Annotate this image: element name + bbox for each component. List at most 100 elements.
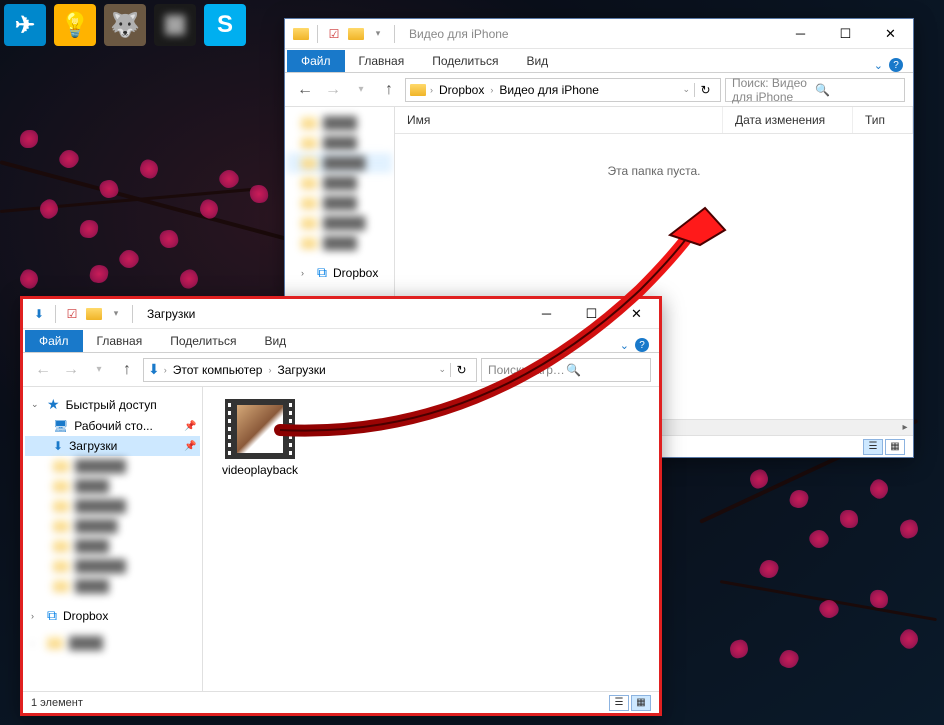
refresh-button[interactable]: ↻ (694, 83, 716, 97)
gimp-icon[interactable]: 🐺 (104, 4, 146, 46)
nav-item-blurred[interactable]: ████ (25, 476, 200, 496)
navigation-pane[interactable]: ⌄★Быстрый доступ 🖥Рабочий сто...📌 ⬇Загру… (23, 387, 203, 691)
ribbon-expand-icon[interactable]: ⌄ (620, 339, 629, 352)
nav-item-blurred[interactable]: ████ (25, 536, 200, 556)
breadcrumb[interactable]: Загрузки (275, 363, 327, 377)
address-dropdown-icon[interactable]: ⌄ (682, 84, 690, 95)
minimize-button[interactable]: ─ (524, 299, 569, 329)
ribbon-expand-icon[interactable]: ⌄ (874, 59, 883, 72)
close-button[interactable]: ✕ (614, 299, 659, 329)
telegram-icon[interactable]: ✈ (4, 4, 46, 46)
checklist-icon[interactable]: ☑ (64, 306, 80, 322)
desktop-icon: 🖥 (53, 419, 68, 433)
refresh-button[interactable]: ↻ (450, 363, 472, 377)
nav-item-desktop[interactable]: 🖥Рабочий сто...📌 (25, 416, 200, 436)
downloads-icon: ⬇ (31, 306, 47, 322)
search-placeholder: Поиск: Загрузки (488, 363, 566, 377)
titlebar[interactable]: ⬇ ☑ ▾ Загрузки ─ ☐ ✕ (23, 299, 659, 329)
tab-file[interactable]: Файл (287, 50, 345, 72)
search-icon[interactable]: 🔍 (566, 363, 644, 377)
nav-item-blurred[interactable]: ████ (287, 113, 392, 133)
pin-icon: 📌 (184, 441, 194, 451)
star-icon: ★ (47, 396, 60, 413)
skype-icon[interactable]: S (204, 4, 246, 46)
taskbar: ✈ 💡 🐺 S (4, 4, 246, 46)
nav-item-blurred[interactable]: ██████ (25, 556, 200, 576)
back-button[interactable]: ← (293, 78, 317, 102)
nav-item-blurred[interactable]: █████ (287, 153, 392, 173)
downloads-icon: ⬇ (148, 361, 160, 378)
window-title: Видео для iPhone (409, 27, 509, 41)
dropbox-icon: ⧉ (47, 607, 57, 624)
search-input[interactable]: Поиск: Загрузки 🔍 (481, 358, 651, 382)
nav-item-downloads[interactable]: ⬇Загрузки📌 (25, 436, 200, 456)
tab-home[interactable]: Главная (345, 50, 419, 72)
blurred-taskbar-icon[interactable] (154, 4, 196, 46)
nav-item-blurred[interactable]: █████ (25, 516, 200, 536)
up-button[interactable]: ↑ (115, 358, 139, 382)
view-icons-button[interactable]: ▦ (885, 439, 905, 455)
tab-file[interactable]: Файл (25, 330, 83, 352)
tab-share[interactable]: Поделиться (418, 50, 512, 72)
search-input[interactable]: Поиск: Видео для iPhone 🔍 (725, 78, 905, 102)
folder-icon[interactable] (86, 306, 102, 322)
tips-icon[interactable]: 💡 (54, 4, 96, 46)
maximize-button[interactable]: ☐ (569, 299, 614, 329)
nav-item-blurred[interactable]: ██████ (25, 496, 200, 516)
tab-share[interactable]: Поделиться (156, 330, 250, 352)
nav-item-dropbox[interactable]: ›⧉Dropbox (25, 604, 200, 627)
nav-item-blurred[interactable]: ████ (287, 173, 392, 193)
content-area[interactable]: videoplayback (203, 387, 659, 691)
qat-dropdown-icon[interactable]: ▾ (370, 26, 386, 42)
view-details-button[interactable]: ☰ (863, 439, 883, 455)
maximize-button[interactable]: ☐ (823, 19, 868, 49)
qat-dropdown-icon[interactable]: ▾ (108, 306, 124, 322)
breadcrumb[interactable]: Этот компьютер (171, 363, 265, 377)
nav-item-blurred[interactable]: ████ (287, 133, 392, 153)
nav-item-blurred[interactable]: ██████ (25, 456, 200, 476)
tab-home[interactable]: Главная (83, 330, 157, 352)
dropbox-icon: ⧉ (317, 264, 327, 281)
address-bar[interactable]: ⬇ › Этот компьютер › Загрузки ⌄ ↻ (143, 358, 477, 382)
breadcrumb[interactable]: Видео для iPhone (497, 83, 601, 97)
view-icons-button[interactable]: ▦ (631, 695, 651, 711)
minimize-button[interactable]: ─ (778, 19, 823, 49)
empty-folder-message: Эта папка пуста. (395, 134, 913, 208)
forward-button[interactable]: → (59, 358, 83, 382)
breadcrumb[interactable]: Dropbox (437, 83, 486, 97)
forward-button[interactable]: → (321, 78, 345, 102)
tab-view[interactable]: Вид (250, 330, 300, 352)
ribbon-tabs: Файл Главная Поделиться Вид ⌄? (285, 49, 913, 73)
nav-item-blurred[interactable]: ████ (287, 193, 392, 213)
back-button[interactable]: ← (31, 358, 55, 382)
nav-item-blurred[interactable]: ████ (287, 233, 392, 253)
file-item-video[interactable]: videoplayback (215, 399, 305, 477)
titlebar[interactable]: ☑ ▾ Видео для iPhone ─ ☐ ✕ (285, 19, 913, 49)
close-button[interactable]: ✕ (868, 19, 913, 49)
tab-view[interactable]: Вид (512, 50, 562, 72)
nav-item-blurred[interactable]: █████ (287, 213, 392, 233)
up-button[interactable]: ↑ (377, 78, 401, 102)
column-header-type[interactable]: Тип (853, 107, 913, 133)
folder-icon[interactable] (348, 26, 364, 42)
address-dropdown-icon[interactable]: ⌄ (438, 364, 446, 375)
help-icon[interactable]: ? (635, 338, 649, 352)
recent-locations-icon[interactable]: ▾ (87, 358, 111, 382)
view-details-button[interactable]: ☰ (609, 695, 629, 711)
nav-item-dropbox[interactable]: ›⧉Dropbox (287, 261, 392, 284)
column-header-date[interactable]: Дата изменения (723, 107, 853, 133)
pin-icon: 📌 (184, 421, 194, 431)
checklist-icon[interactable]: ☑ (326, 26, 342, 42)
status-text: 1 элемент (31, 697, 83, 709)
address-bar-row: ← → ▾ ↑ › Dropbox › Видео для iPhone ⌄ ↻… (285, 73, 913, 107)
nav-item-blurred[interactable]: ›████ (25, 633, 200, 653)
file-name: videoplayback (222, 463, 298, 477)
help-icon[interactable]: ? (889, 58, 903, 72)
address-bar-row: ← → ▾ ↑ ⬇ › Этот компьютер › Загрузки ⌄ … (23, 353, 659, 387)
nav-item-quick-access[interactable]: ⌄★Быстрый доступ (25, 393, 200, 416)
address-bar[interactable]: › Dropbox › Видео для iPhone ⌄ ↻ (405, 78, 721, 102)
nav-item-blurred[interactable]: ████ (25, 576, 200, 596)
recent-locations-icon[interactable]: ▾ (349, 78, 373, 102)
search-icon[interactable]: 🔍 (815, 83, 898, 97)
column-header-name[interactable]: Имя (395, 107, 723, 133)
